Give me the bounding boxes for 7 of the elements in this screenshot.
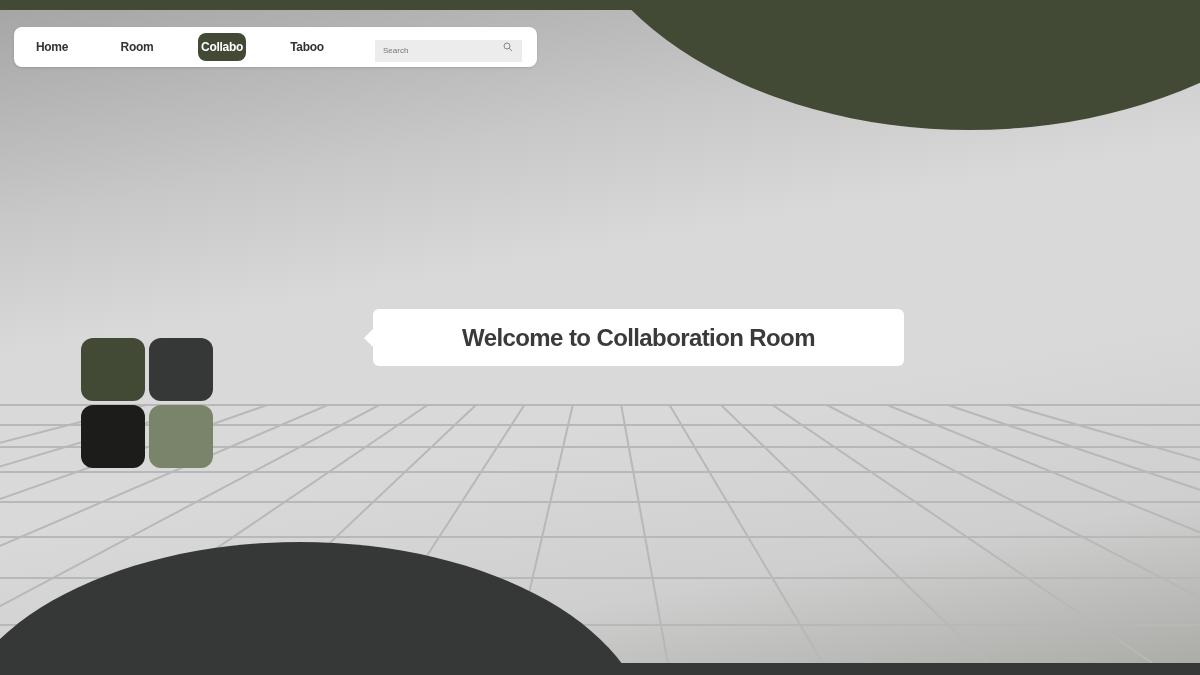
nav-tab[interactable]: Collabo xyxy=(198,33,246,61)
nav-tab[interactable]: Taboo xyxy=(283,33,331,61)
nav-tab[interactable]: Home xyxy=(28,33,76,61)
search-icon xyxy=(503,42,513,52)
search-field[interactable]: Search xyxy=(375,39,522,62)
nav-tab[interactable]: Room xyxy=(113,33,161,61)
welcome-heading: Welcome to Collaboration Room xyxy=(462,322,815,353)
